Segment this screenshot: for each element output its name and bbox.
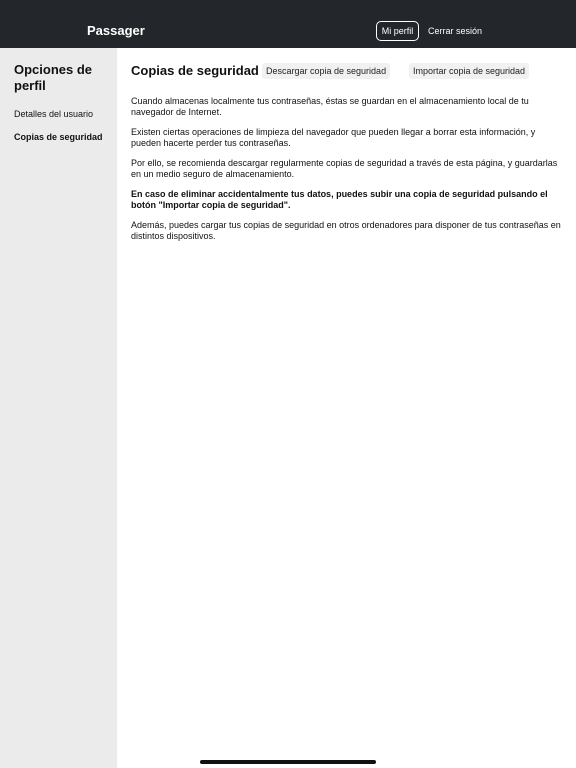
info-paragraph: Cuando almacenas localmente tus contrase… [131,96,529,117]
info-paragraph: Por ello, se recomienda descargar regula… [131,158,558,179]
home-indicator[interactable] [200,760,376,764]
sidebar-title: Opciones de perfil [14,62,93,93]
logout-button[interactable]: Cerrar sesión [428,26,482,36]
backup-info: Cuando almacenas localmente tus contrase… [131,96,563,251]
sidebar-item-backups[interactable]: Copias de seguridad [14,132,112,143]
info-paragraph: Existen ciertas operaciones de limpieza … [131,127,536,148]
download-backup-button[interactable]: Descargar copia de seguridad [262,63,391,79]
page-title: Copias de seguridad [131,63,259,78]
app-brand[interactable]: Passager [87,23,145,38]
profile-sidebar: Opciones de perfil Detalles del usuario … [0,48,117,768]
info-paragraph-emphasis: En caso de eliminar accidentalmente tus … [131,189,548,210]
import-backup-button[interactable]: Importar copia de seguridad [409,63,530,79]
main-content: Copias de seguridad Descargar copia de s… [117,48,576,768]
my-profile-button[interactable]: Mi perfil [376,21,419,41]
info-paragraph: Además, puedes cargar tus copias de segu… [131,220,561,241]
top-navbar: Passager Mi perfil Cerrar sesión [0,0,576,48]
sidebar-item-user-details[interactable]: Detalles del usuario [14,109,112,120]
